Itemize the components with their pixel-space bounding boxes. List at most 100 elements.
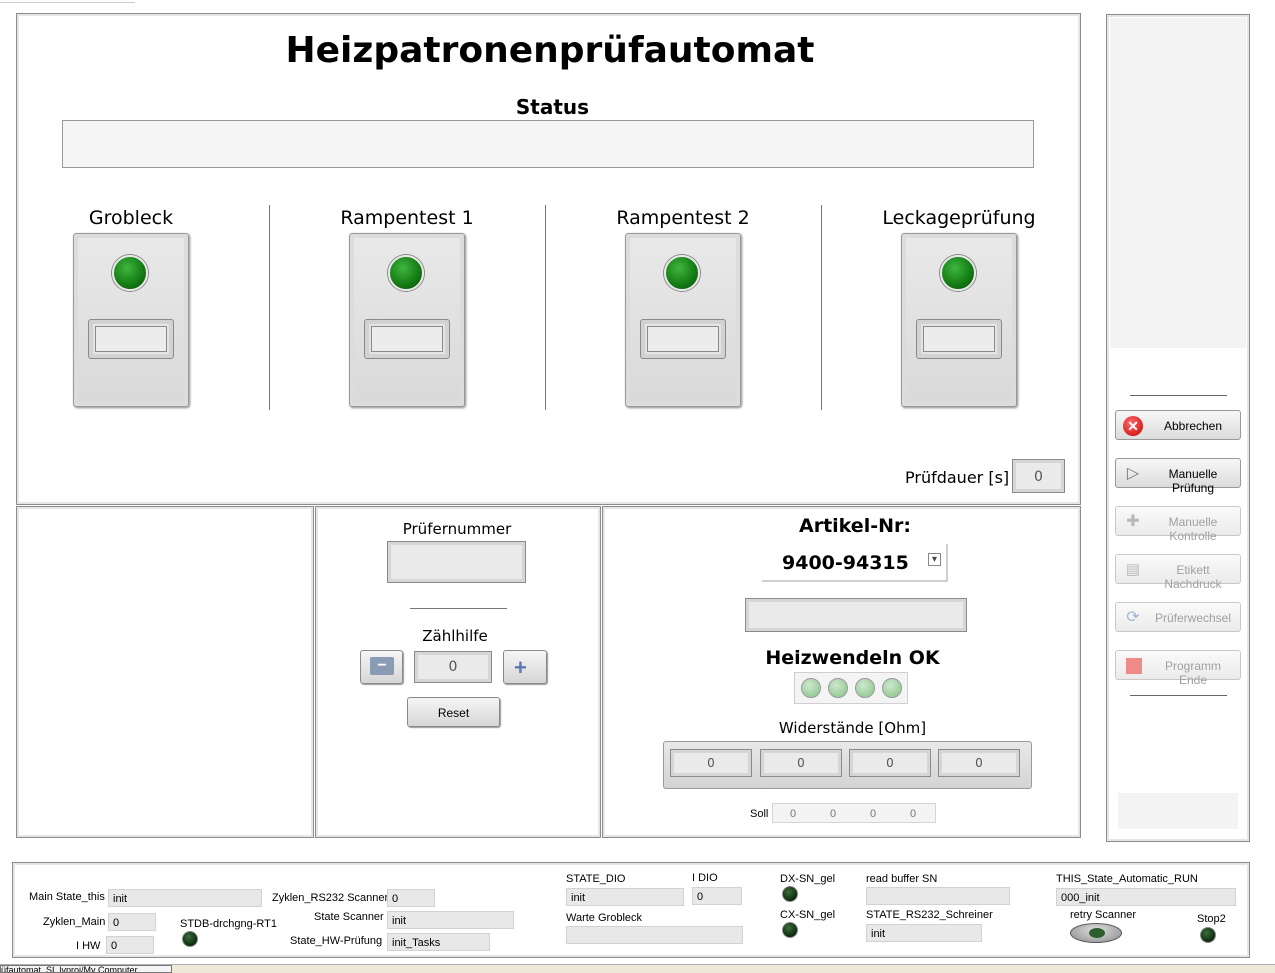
test-card-rampentest-2 — [625, 233, 741, 407]
heizwendeln-label: Heizwendeln OK — [765, 647, 940, 669]
state-dio-display: init — [566, 888, 684, 906]
stdb-label: STDB-drchgng-RT1 — [180, 918, 277, 930]
divider — [410, 608, 507, 609]
etikett-nachdruck-button[interactable]: ▤ Etikett Nachdruck — [1115, 554, 1241, 591]
empty-panel — [16, 506, 314, 838]
read-buffer-label: read buffer SN — [866, 873, 938, 885]
divider — [821, 205, 822, 410]
heizwendeln-led-group — [794, 672, 908, 704]
plus-icon: + — [514, 655, 527, 680]
retry-indicator-icon — [1089, 928, 1105, 938]
pruefernummer-label: Prüfernummer — [402, 520, 512, 538]
stop-icon — [1126, 658, 1142, 674]
programm-ende-button[interactable]: Programm Ende — [1115, 650, 1241, 687]
soll-label: Soll — [750, 808, 769, 820]
cancel-icon: ✕ — [1123, 416, 1143, 436]
idio-display: 0 — [692, 887, 742, 905]
divider — [1130, 395, 1227, 396]
warte-grobleck-display — [566, 926, 743, 944]
heizwendel-led — [855, 678, 875, 698]
test-result-display — [916, 319, 1002, 359]
cx-sn-led — [782, 922, 798, 938]
heizwendel-led — [801, 678, 821, 698]
widerstaende-group: 0 0 0 0 — [663, 741, 1032, 789]
status-led — [664, 255, 700, 291]
test-card-rampentest-1 — [349, 233, 465, 407]
chevron-down-icon[interactable]: ▾ — [928, 553, 941, 566]
test-card-leckagepruefung — [901, 233, 1017, 407]
tools-icon: ✚ — [1126, 513, 1140, 530]
manuelle-kontrolle-button[interactable]: ✚ Manuelle Kontrolle — [1115, 506, 1241, 543]
taskbar-item[interactable]: üfautomat_SI_lvproj/My Computer — [0, 965, 172, 973]
artikel-label: Artikel-Nr: — [799, 515, 911, 537]
abbrechen-button[interactable]: ✕ Abbrechen — [1115, 410, 1241, 440]
heizwendel-led — [828, 678, 848, 698]
play-icon: ▷ — [1126, 465, 1140, 482]
retry-scanner-button[interactable] — [1070, 923, 1122, 943]
widerstand-value: 0 — [670, 749, 752, 777]
taskbar — [0, 964, 1275, 973]
zyklen-main-display: 0 — [108, 913, 156, 931]
state-dio-label: STATE_DIO — [566, 873, 626, 885]
top-border — [0, 0, 135, 3]
warte-grobleck-label: Warte Grobleck — [566, 912, 643, 924]
soll-group: 0 0 0 0 — [772, 803, 936, 823]
manuelle-pruefung-button[interactable]: ▷ Manuelle Prüfung — [1115, 458, 1241, 495]
sidebar-bottom-area — [1118, 793, 1238, 829]
status-label: Status — [515, 95, 590, 119]
divider — [269, 205, 270, 410]
soll-value: 0 — [870, 808, 877, 820]
main-state-display: init — [108, 889, 262, 907]
state-scanner-label: State Scanner — [314, 911, 384, 923]
zyklen-rs232-label: Zyklen_RS232 Scanner — [272, 892, 389, 904]
dx-sn-led — [782, 886, 798, 902]
test-result-display — [364, 319, 450, 359]
decrement-button[interactable]: − — [360, 650, 403, 684]
cx-sn-label: CX-SN_gel — [780, 909, 836, 921]
minus-icon: − — [370, 657, 394, 675]
refresh-icon: ⟳ — [1126, 609, 1140, 626]
artikel-detail-display — [745, 598, 967, 632]
test-result-display — [88, 319, 174, 359]
artikel-select[interactable]: 9400-94315 ▾ — [762, 544, 948, 582]
state-hw-label: State_HW-Prüfung — [290, 935, 383, 947]
stop2-label: Stop2 — [1197, 913, 1226, 925]
artikel-value: 9400-94315 — [782, 552, 909, 574]
ihw-label: I HW — [76, 940, 101, 952]
status-led — [940, 255, 976, 291]
increment-button[interactable]: + — [503, 650, 547, 684]
retry-scanner-label: retry Scanner — [1070, 909, 1137, 921]
soll-value: 0 — [910, 808, 917, 820]
stdb-led — [182, 931, 198, 947]
zaehlhilfe-label: Zählhilfe — [422, 627, 488, 645]
reset-button[interactable]: Reset — [407, 697, 500, 727]
page-title: Heizpatronenprüfautomat — [285, 30, 815, 71]
read-buffer-display — [866, 887, 1010, 905]
widerstand-value: 0 — [938, 749, 1020, 777]
printer-icon: ▤ — [1125, 561, 1141, 578]
test-result-display — [640, 319, 726, 359]
sidebar-top-area — [1110, 18, 1246, 348]
this-state-display: 000_init — [1056, 888, 1236, 906]
counter-display: 0 — [414, 651, 492, 683]
state-rs232-display: init — [866, 924, 982, 942]
widerstaende-label: Widerstände [Ohm] — [778, 719, 927, 737]
this-state-label: THIS_State_Automatic_RUN — [1056, 873, 1198, 885]
status-display — [62, 120, 1034, 168]
soll-value: 0 — [830, 808, 837, 820]
test-card-grobleck — [73, 233, 189, 407]
widerstand-value: 0 — [849, 749, 931, 777]
ihw-display: 0 — [106, 936, 154, 954]
test-label-leckagepruefung: Leckageprüfung — [882, 207, 1036, 229]
zyklen-main-label: Zyklen_Main — [43, 916, 106, 928]
divider — [545, 205, 546, 410]
pruefdauer-label: Prüfdauer [s] — [905, 468, 1010, 487]
prueferwechsel-button[interactable]: ⟳ Prüferwechsel — [1115, 602, 1241, 632]
status-led — [388, 255, 424, 291]
test-label-grobleck: Grobleck — [88, 207, 174, 229]
state-hw-display: init_Tasks — [387, 933, 490, 951]
soll-value: 0 — [790, 808, 797, 820]
pruefernummer-input[interactable] — [387, 541, 526, 583]
heizwendel-led — [882, 678, 902, 698]
pruefdauer-display: 0 — [1012, 459, 1065, 493]
